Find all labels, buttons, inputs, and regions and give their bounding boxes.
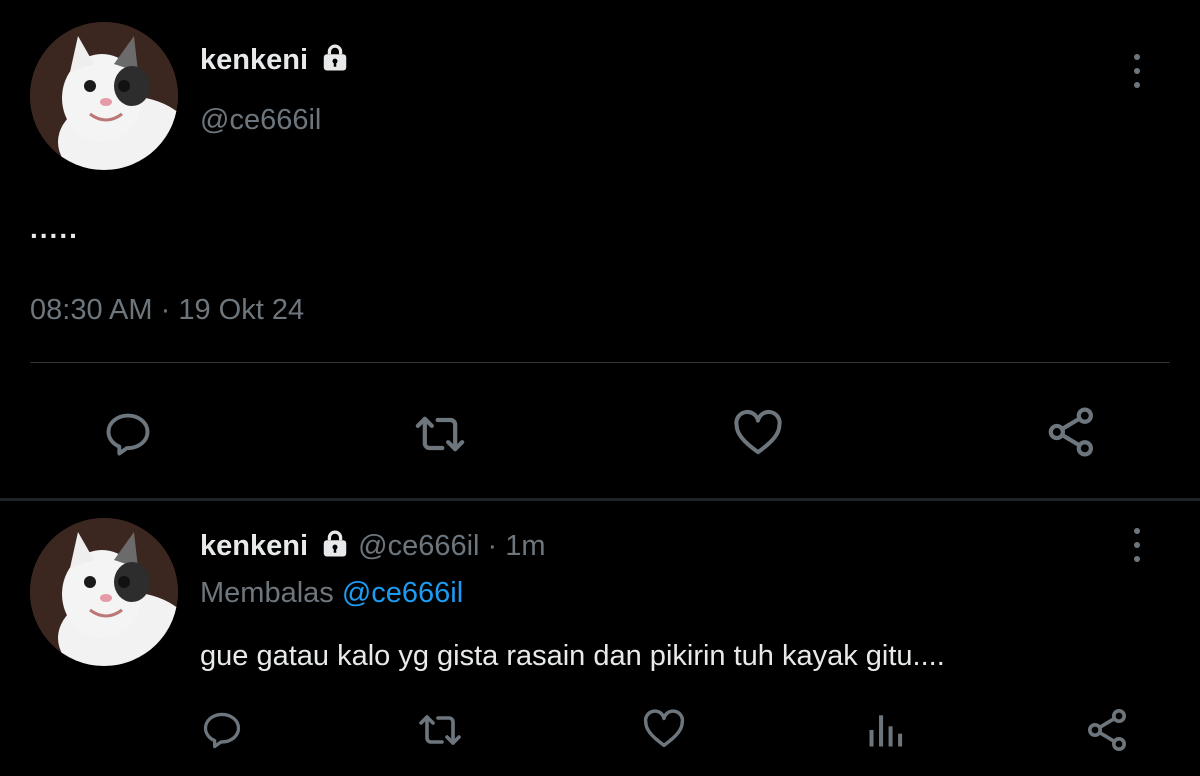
replying-prefix: Membalas	[200, 577, 334, 609]
handle[interactable]: @ce666il	[358, 530, 479, 562]
share-icon[interactable]	[1044, 404, 1100, 460]
retweet-icon[interactable]	[414, 706, 466, 754]
heart-icon[interactable]	[640, 706, 688, 752]
section-divider	[0, 498, 1200, 501]
retweet-icon[interactable]	[410, 406, 470, 462]
display-name-text[interactable]: kenkeni	[200, 44, 308, 76]
tweet-age[interactable]: 1m	[505, 530, 545, 562]
tweet-text: .....	[30, 213, 79, 244]
lock-icon	[320, 529, 350, 559]
separator: ·	[487, 530, 498, 562]
avatar[interactable]	[30, 518, 178, 666]
divider	[30, 362, 1170, 363]
date[interactable]: 19 Okt 24	[178, 294, 304, 326]
share-icon[interactable]	[1084, 706, 1132, 754]
tweet-timestamp: 08:30 AM · 19 Okt 24	[30, 292, 304, 328]
heart-icon[interactable]	[730, 406, 786, 460]
display-name[interactable]: kenkeni	[200, 530, 308, 562]
reply-header: kenkeni @ce666il · 1m	[200, 528, 546, 564]
time: 08:30 AM	[30, 294, 153, 326]
more-options-icon[interactable]	[1130, 528, 1144, 564]
reply-text: gue gatau kalo yg gista rasain dan pikir…	[200, 640, 945, 672]
lock-icon	[320, 43, 350, 73]
replying-to: Membalas @ce666il	[200, 575, 463, 611]
replying-to-link[interactable]: @ce666il	[342, 577, 463, 609]
handle[interactable]: @ce666il	[200, 102, 321, 138]
avatar[interactable]	[30, 22, 178, 170]
separator: ·	[160, 294, 171, 326]
reply-icon[interactable]	[102, 408, 154, 460]
more-options-icon[interactable]	[1130, 54, 1144, 90]
display-name[interactable]: kenkeni	[200, 42, 350, 78]
cat-avatar-image	[30, 22, 178, 170]
reply-icon[interactable]	[200, 708, 244, 752]
analytics-icon[interactable]	[864, 708, 908, 752]
cat-avatar-image	[30, 518, 178, 666]
